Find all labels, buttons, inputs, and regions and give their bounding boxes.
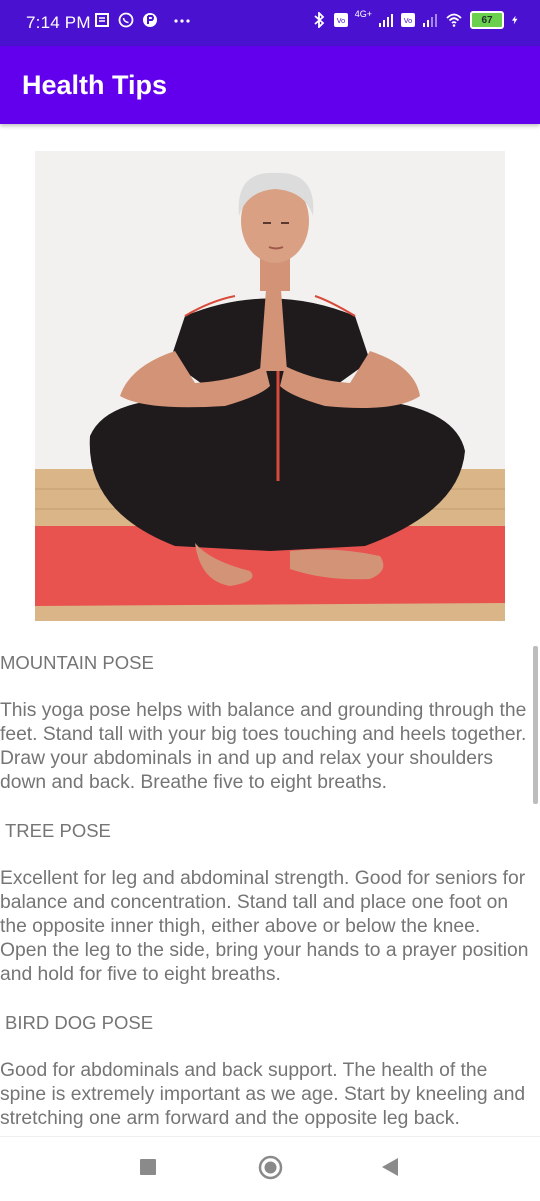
charging-icon (511, 15, 518, 25)
volte-icon: Vo (333, 13, 348, 27)
pose-description: This yoga pose helps with balance and gr… (0, 700, 527, 793)
triangle-back-icon[interactable] (380, 1157, 400, 1177)
bluetooth-icon (314, 12, 325, 28)
status-time: 7:14 PM (26, 13, 91, 32)
svg-text:Vo: Vo (404, 17, 413, 25)
pose-title: TREE POSE (5, 820, 111, 841)
whatsapp-icon (118, 12, 134, 28)
circle-home-icon[interactable] (258, 1155, 283, 1180)
status-system-icons: Vo 4G+ Vo 67 (311, 9, 520, 29)
hero-image (35, 151, 505, 621)
volte-icon: Vo (401, 13, 415, 27)
wifi-icon (446, 13, 462, 27)
pose-title: BIRD DOG POSE (5, 1012, 154, 1033)
scrollbar[interactable] (533, 646, 538, 804)
battery-icon: 67 (470, 11, 504, 29)
notes-icon (95, 13, 109, 27)
svg-text:Vo: Vo (336, 17, 345, 25)
app-title: Health Tips (22, 70, 168, 100)
pose-title: MOUNTAIN POSE (0, 652, 154, 673)
signal-icon (379, 14, 393, 27)
app-bar: Health Tips (0, 46, 540, 124)
more-dots-icon (174, 19, 190, 23)
app-notification-icon (143, 13, 157, 27)
system-navigation-bar (0, 1136, 540, 1201)
pose-description: Excellent for leg and abdominal strength… (0, 868, 529, 985)
woman-in-lotus-pose-icon (35, 151, 505, 621)
square-recents-icon[interactable] (138, 1157, 158, 1177)
status-notification-icons (94, 12, 190, 28)
pose-description: Good for abdominals and back support. Th… (0, 1060, 526, 1129)
signal-icon (423, 14, 437, 27)
scroll-content[interactable]: MOUNTAIN POSE This yoga pose helps with … (0, 124, 540, 1136)
network-type: 4G+ (354, 9, 372, 19)
status-bar: 7:14 PM Vo 4G+ Vo 67 (0, 0, 540, 46)
